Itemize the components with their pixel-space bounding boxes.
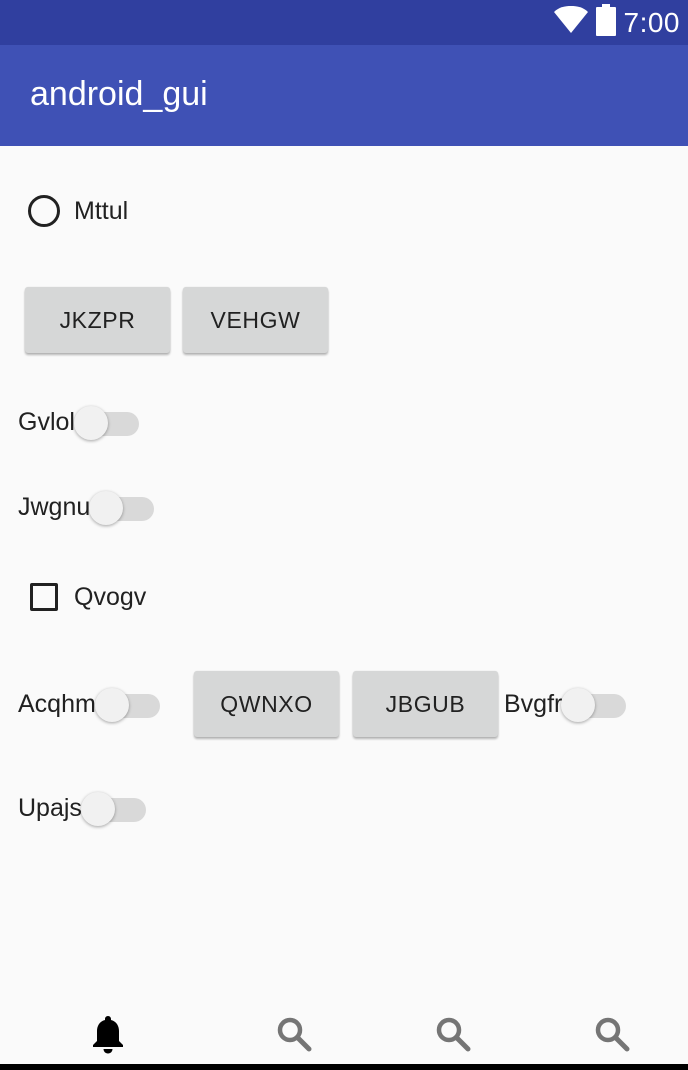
switch-thumb[interactable] [94,688,129,722]
jbgub-button[interactable]: JBGUB [353,671,498,737]
radio-label: Mttul [74,196,129,225]
search-icon [276,1016,312,1057]
app-title: android_gui [30,75,208,113]
switch-label-jwgnu: Jwgnu [18,492,91,521]
status-bar: 7:00 [0,0,688,45]
search-icon [435,1016,471,1057]
nav-item-search-1[interactable] [208,1008,380,1064]
upajs-switch[interactable] [80,788,147,828]
jwgnu-switch[interactable] [89,487,155,527]
system-bottom-bar [0,1064,688,1070]
radio-circle-icon[interactable] [28,195,60,227]
battery-icon [595,4,616,41]
app-bar: android_gui [0,45,688,146]
checkbox-label: Qvogv [74,582,147,611]
status-time: 7:00 [623,6,680,38]
switch-label-upajs: Upajs [18,793,82,822]
switch-label-acqhm: Acqhm [18,689,96,718]
vehgw-button[interactable]: VEHGW [183,287,328,353]
switch-label-gvlol: Gvlol [18,407,75,436]
bottom-navigation [0,1008,688,1064]
switch-row-jwgnu: Jwgnu [18,487,155,527]
status-icons: 7:00 [553,0,681,45]
switch-row-acqhm: Acqhm [18,684,161,724]
bvgfr-switch[interactable] [561,684,627,724]
bell-icon [91,1014,125,1059]
switch-row-bvgfr: Bvgfr [504,684,627,724]
search-icon [594,1016,630,1057]
nav-item-notifications[interactable] [22,1008,194,1064]
switch-label-bvgfr: Bvgfr [504,689,563,718]
acqhm-switch[interactable] [94,684,161,724]
checkbox-square-icon[interactable] [30,583,58,611]
nav-item-search-3[interactable] [526,1008,688,1064]
checkbox-qvogv[interactable]: Qvogv [30,578,146,616]
wifi-icon [553,6,588,39]
switch-row-gvlol: Gvlol [18,402,140,442]
nav-item-search-2[interactable] [367,1008,539,1064]
radio-mttul[interactable]: Mttul [28,192,128,230]
switch-thumb[interactable] [80,792,115,826]
jkzpr-button[interactable]: JKZPR [25,287,170,353]
switch-thumb[interactable] [73,406,108,440]
qwnxo-button[interactable]: QWNXO [194,671,339,737]
switch-row-upajs: Upajs [18,788,147,828]
gvlol-switch[interactable] [73,402,140,442]
